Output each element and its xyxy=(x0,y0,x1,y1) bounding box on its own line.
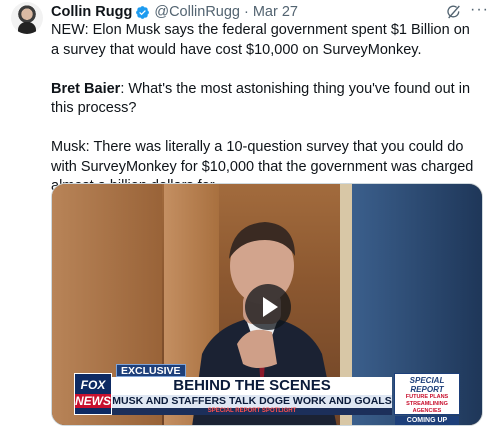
tweet-header: Collin Rugg @CollinRugg · Mar 27 xyxy=(51,3,298,21)
chyron-strip: SPECIAL REPORT SPOTLIGHT xyxy=(112,408,392,415)
separator-dot: · xyxy=(244,4,249,20)
author-name[interactable]: Collin Rugg xyxy=(51,4,132,20)
badge-line-3: FUTURE PLANS STREAMLINING AGENCIES xyxy=(405,394,449,414)
grok-icon[interactable] xyxy=(446,4,462,20)
play-icon[interactable] xyxy=(245,284,291,330)
more-icon[interactable]: ··· xyxy=(470,1,489,19)
video-player[interactable]: FOX NEWS EXCLUSIVE BEHIND THE SCENES MUS… xyxy=(51,183,483,426)
verified-badge-icon xyxy=(136,5,150,19)
badge-line-4: COMING UP xyxy=(395,416,459,425)
chyron-headline: BEHIND THE SCENES xyxy=(173,377,331,394)
tweet[interactable]: Collin Rugg @CollinRugg · Mar 27 ··· NEW… xyxy=(0,0,500,435)
paragraph-1: NEW: Elon Musk says the federal governme… xyxy=(51,22,470,58)
avatar[interactable] xyxy=(11,2,43,34)
special-report-badge: SPECIAL REPORT FUTURE PLANS STREAMLINING… xyxy=(394,373,460,425)
author-handle[interactable]: @CollinRugg xyxy=(154,4,240,20)
chyron-subheadline: MUSK AND STAFFERS TALK DOGE WORK AND GOA… xyxy=(112,395,392,408)
exclusive-tag: EXCLUSIVE xyxy=(116,364,186,377)
paragraph-2: Bret Baier: What's the most astonishing … xyxy=(51,80,481,119)
fox-news-logo: FOX NEWS xyxy=(74,373,112,415)
fox-news-logo-fox: FOX xyxy=(80,378,106,392)
fox-news-logo-news: NEWS xyxy=(75,394,111,408)
lower-third: BEHIND THE SCENES MUSK AND STAFFERS TALK… xyxy=(112,377,392,415)
badge-line-1: SPECIAL xyxy=(409,376,445,385)
post-date[interactable]: Mar 27 xyxy=(253,4,298,20)
speaker-name: Bret Baier xyxy=(51,80,121,97)
badge-line-2: REPORT xyxy=(410,385,444,394)
